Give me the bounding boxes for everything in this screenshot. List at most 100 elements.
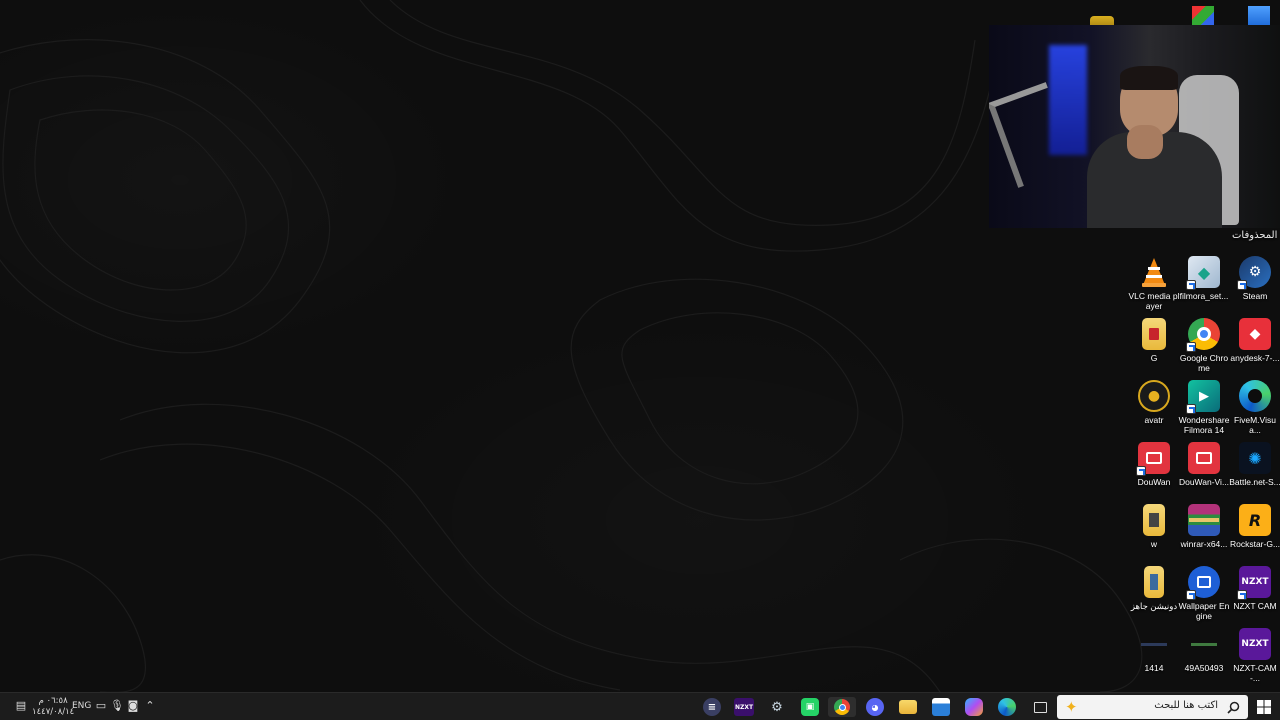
icon-label: دونيشن جاهز bbox=[1130, 601, 1178, 611]
desktop-icon-filmora[interactable]: ▶ Wondershare Filmora 14 bbox=[1178, 380, 1230, 435]
desktop-icon-douwan[interactable]: DouWan bbox=[1128, 442, 1180, 487]
nzxt-installer-icon: NZXT bbox=[1239, 628, 1271, 660]
desktop-icon-steam[interactable]: ⚙ Steam bbox=[1229, 256, 1280, 301]
start-button[interactable] bbox=[1254, 697, 1274, 717]
language-indicator[interactable]: ENG bbox=[72, 701, 91, 711]
clock-date: ١٤٤٧/٠٨/١٤ bbox=[32, 707, 75, 717]
deleted-folder-label[interactable]: المحذوفات bbox=[1232, 230, 1277, 241]
desktop-icon-1414[interactable]: 1414 bbox=[1128, 628, 1180, 673]
search-input[interactable]: ✦ اكتب هنا للبحث bbox=[1057, 695, 1248, 719]
icon-label: winrar-x64... bbox=[1180, 539, 1228, 549]
anydesk-icon: ◆ bbox=[1239, 318, 1271, 350]
copilot-icon bbox=[965, 698, 983, 716]
steam-icon: ⚙ bbox=[1237, 256, 1271, 290]
streamer-hand bbox=[1127, 125, 1163, 159]
nzxt-icon: NZXT bbox=[734, 698, 754, 716]
desktop-icon-g-folder[interactable]: G bbox=[1128, 318, 1180, 363]
streamer-hair bbox=[1120, 66, 1178, 90]
taskbar-discord[interactable]: ◕ bbox=[865, 697, 885, 717]
desktop-icon-vlc[interactable]: VLC media player bbox=[1128, 256, 1180, 311]
desktop-icon-filmora-setup[interactable]: ◆ filmora_set... bbox=[1178, 256, 1230, 301]
taskbar-chrome[interactable] bbox=[828, 697, 856, 717]
desktop-icon-winrar[interactable]: winrar-x64... bbox=[1178, 504, 1230, 549]
desktop-icon-w-folder[interactable]: w bbox=[1128, 504, 1180, 549]
chrome-icon bbox=[1186, 318, 1220, 352]
desktop-icon-wallpaper-engine[interactable]: Wallpaper Engine bbox=[1178, 566, 1230, 621]
discord-icon: ◕ bbox=[866, 698, 884, 716]
icon-label: w bbox=[1150, 539, 1158, 549]
icon-label: avatr bbox=[1144, 415, 1164, 425]
icon-label: NZXT CAM bbox=[1233, 601, 1277, 611]
image-file-icon bbox=[1188, 628, 1220, 660]
steam-icon: ⚙ bbox=[771, 699, 783, 715]
icon-label: 1414 bbox=[1144, 663, 1164, 673]
desktop[interactable]: المحذوفات VLC media player ◆ filmora_set… bbox=[0, 0, 1280, 692]
winrar-icon bbox=[1188, 504, 1220, 536]
icon-label: filmora_set... bbox=[1179, 291, 1229, 301]
icon-label: Rockstar-G... bbox=[1229, 539, 1280, 549]
edge-icon bbox=[998, 698, 1016, 716]
windows-icon bbox=[1257, 700, 1271, 714]
rockstar-icon: R bbox=[1239, 504, 1271, 536]
desktop-icon-donation-folder[interactable]: دونيشن جاهز bbox=[1128, 566, 1180, 611]
notification-icon[interactable]: ▤ bbox=[14, 699, 28, 713]
taskbar-nzxt[interactable]: NZXT bbox=[734, 697, 754, 717]
search-placeholder: اكتب هنا للبحث bbox=[1154, 700, 1218, 711]
desktop-icon-anydesk[interactable]: ◆ anydesk-7-... bbox=[1229, 318, 1280, 363]
vlc-icon bbox=[1138, 256, 1170, 288]
top-partial-icon-3[interactable] bbox=[1248, 6, 1270, 26]
app-icon: ≡ bbox=[703, 698, 721, 716]
icon-label: DouWan bbox=[1137, 477, 1171, 487]
top-partial-icon-2[interactable] bbox=[1192, 6, 1214, 26]
desktop-icon-nzxt-cam[interactable]: NZXT NZXT CAM bbox=[1229, 566, 1280, 611]
filmora-icon: ▶ bbox=[1186, 380, 1220, 414]
icon-label: FiveM.Visua... bbox=[1234, 415, 1276, 435]
desktop-icon-rockstar[interactable]: R Rockstar-G... bbox=[1229, 504, 1280, 549]
desktop-icon-douwan-installer[interactable]: DouWan-Vi... bbox=[1178, 442, 1230, 487]
clock[interactable]: ٠٦:٥٨ م ١٤٤٧/٠٨/١٤ bbox=[32, 696, 74, 718]
desktop-icon-fivem[interactable]: FiveM.Visua... bbox=[1229, 380, 1280, 435]
task-view-icon bbox=[1033, 701, 1047, 713]
taskbar-app[interactable]: ≡ bbox=[702, 697, 722, 717]
taskbar: ✦ اكتب هنا للبحث ◕ ▣ ⚙ NZXT ≡ ⌃ ◙ 🎙 ▭ EN… bbox=[0, 692, 1280, 720]
icon-label: Wallpaper Engine bbox=[1178, 601, 1230, 621]
folder-icon bbox=[1144, 566, 1164, 598]
clock-time: ٠٦:٥٨ م bbox=[38, 696, 68, 706]
task-view-button[interactable] bbox=[1030, 697, 1050, 717]
icon-label: Wondershare Filmora 14 bbox=[1178, 415, 1230, 435]
edge-file-icon bbox=[1239, 380, 1271, 412]
taskbar-steam[interactable]: ⚙ bbox=[767, 697, 787, 717]
store-icon bbox=[932, 698, 950, 716]
icon-label: Steam bbox=[1242, 291, 1268, 301]
icon-label: DouWan-Vi... bbox=[1178, 477, 1230, 487]
desktop-icon-chrome[interactable]: Google Chrome bbox=[1178, 318, 1230, 373]
taskbar-edge[interactable] bbox=[997, 697, 1017, 717]
desktop-icon-49a50493[interactable]: 49A50493 bbox=[1178, 628, 1230, 673]
icon-label: VLC media player bbox=[1128, 291, 1180, 311]
desktop-icon-nzxt-installer[interactable]: NZXT NZXT-CAM-... bbox=[1229, 628, 1280, 683]
icon-label: anydesk-7-... bbox=[1230, 353, 1280, 363]
taskbar-copilot[interactable] bbox=[964, 697, 984, 717]
icon-label: Battle.net-S... bbox=[1229, 477, 1280, 487]
icon-label: NZXT-CAM-... bbox=[1233, 663, 1277, 683]
taskbar-whatsapp[interactable]: ▣ bbox=[800, 697, 820, 717]
sparkle-icon: ✦ bbox=[1065, 698, 1078, 716]
chevron-up-icon[interactable]: ⌃ bbox=[143, 699, 157, 713]
folder-icon bbox=[1143, 504, 1165, 536]
streamer bbox=[1087, 66, 1222, 228]
network-icon[interactable]: ▭ bbox=[94, 699, 108, 713]
nzxt-cam-icon: NZXT bbox=[1237, 566, 1271, 600]
meet-now-icon[interactable]: ◙ bbox=[126, 699, 140, 713]
microphone-icon[interactable]: 🎙 bbox=[110, 699, 124, 713]
taskbar-file-explorer[interactable] bbox=[898, 697, 918, 717]
icon-label: G bbox=[1150, 353, 1158, 363]
search-icon bbox=[1227, 699, 1240, 718]
taskbar-store[interactable] bbox=[931, 697, 951, 717]
battlenet-icon: ✺ bbox=[1239, 442, 1271, 474]
wallpaper-engine-icon bbox=[1186, 566, 1220, 600]
desktop-icon-avatr[interactable]: ● avatr bbox=[1128, 380, 1180, 425]
folder-icon bbox=[899, 700, 917, 714]
douwan-installer-icon bbox=[1188, 442, 1220, 474]
desktop-icon-battlenet[interactable]: ✺ Battle.net-S... bbox=[1229, 442, 1280, 487]
icon-label: 49A50493 bbox=[1184, 663, 1224, 673]
